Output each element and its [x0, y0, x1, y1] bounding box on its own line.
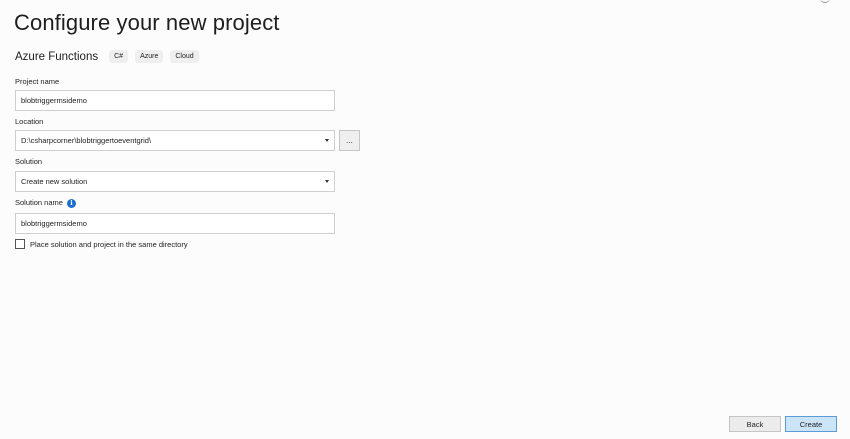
solution-value: Create new solution — [21, 177, 88, 186]
tag-language: C# — [109, 50, 129, 63]
back-button[interactable]: Back — [729, 416, 781, 432]
window-control-icon[interactable] — [820, 0, 830, 3]
template-name: Azure Functions — [15, 50, 99, 63]
solution-name-label: Solution name — [15, 198, 63, 207]
same-directory-option[interactable]: Place solution and project in the same d… — [15, 239, 188, 249]
location-combobox[interactable]: D:\csharpcorner\blobtriggertoeventgrid\ — [15, 130, 335, 151]
template-header: Azure Functions C# Azure Cloud — [15, 50, 206, 63]
location-label: Location — [15, 117, 44, 126]
project-name-label: Project name — [15, 77, 60, 86]
page-title: Configure your new project — [14, 10, 280, 35]
location-value: D:\csharpcorner\blobtriggertoeventgrid\ — [21, 136, 152, 145]
solution-label: Solution — [15, 157, 43, 166]
solution-name-input[interactable]: blobtriggermsidemo — [15, 213, 335, 234]
chevron-down-icon[interactable] — [325, 139, 329, 142]
same-directory-checkbox[interactable] — [15, 239, 25, 249]
chevron-down-icon[interactable] — [325, 180, 329, 183]
browse-button[interactable]: ... — [339, 130, 360, 151]
project-name-input[interactable]: blobtriggermsidemo — [15, 90, 335, 111]
tag-platform: Azure — [135, 50, 164, 63]
tag-project-type: Cloud — [170, 50, 199, 63]
same-directory-label[interactable]: Place solution and project in the same d… — [30, 240, 188, 249]
create-button[interactable]: Create — [785, 416, 837, 432]
info-icon[interactable]: i — [66, 198, 76, 208]
configure-project-dialog: Configure your new project Azure Functio… — [0, 0, 850, 439]
solution-combobox[interactable]: Create new solution — [15, 171, 335, 192]
solution-name-label-row: Solution name i — [15, 198, 76, 208]
